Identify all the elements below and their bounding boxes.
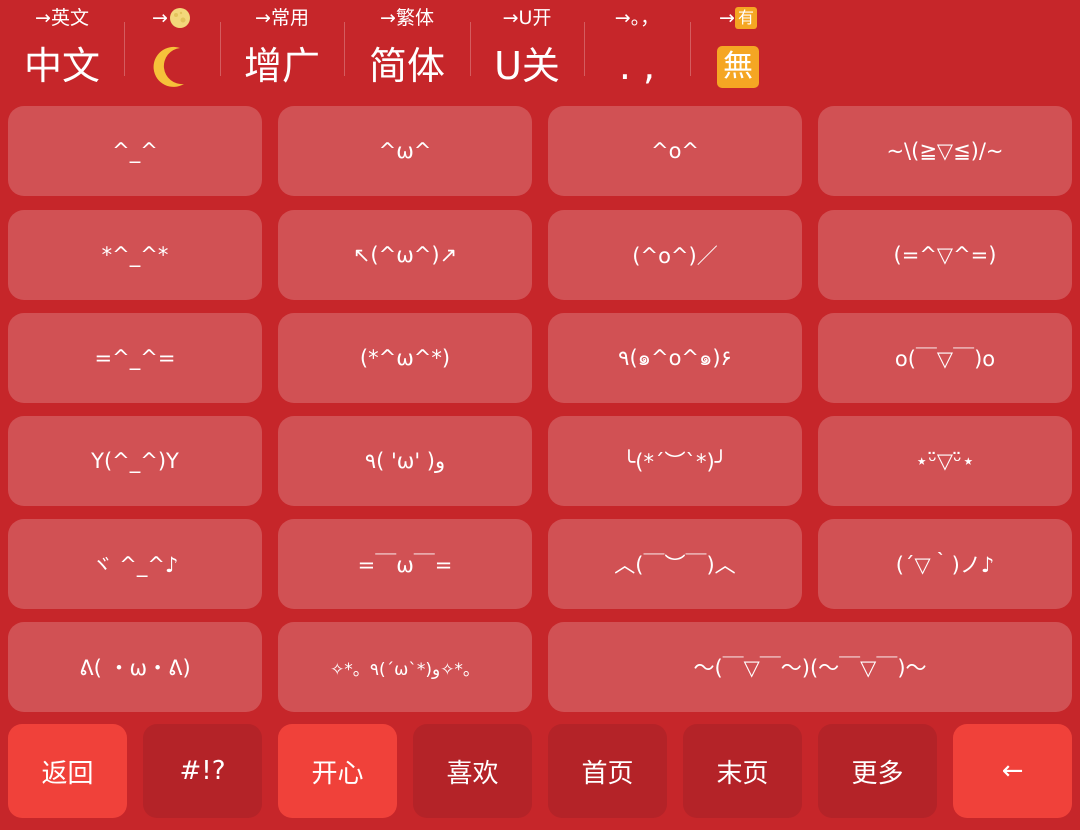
toggle-hint: →U开 [502,7,552,29]
back-button[interactable]: 返回 [8,724,127,818]
tab-like[interactable]: 喜欢 [413,724,532,818]
toggle-hint: →。， [614,7,660,29]
toggle-punctuation[interactable]: →。， . , [584,0,690,100]
kaomoji-key[interactable]: ^o^ [548,106,802,196]
input-method-toolbar: →英文 中文 → →常用 增广 →繁体 简体 →U开 U关 →。， . , → 有… [0,0,1080,100]
toggle-chinese-english[interactable]: →英文 中文 [0,0,124,100]
kaomoji-key[interactable]: (*^ω^*) [278,313,532,403]
toggle-label: 简体 [368,44,445,88]
toggle-label: 中文 [23,44,100,88]
none-badge-icon: 無 [717,46,759,88]
toggle-label: U关 [494,44,560,88]
kaomoji-key[interactable]: ٩( 'ω' )و [278,416,532,506]
kaomoji-key[interactable]: ~\(≧▽≦)/~ [818,106,1072,196]
toggle-u-mode[interactable]: →U开 U关 [470,0,584,100]
kaomoji-key[interactable]: =^_^= [8,313,262,403]
toggle-common-extended[interactable]: →常用 增广 [220,0,344,100]
kaomoji-key[interactable]: ╰(*´︶`*)╯ [548,416,802,506]
kaomoji-key[interactable]: ✧*。٩(ˊωˋ*)و✧*。 [278,622,532,712]
kaomoji-key[interactable]: Y(^_^)Y [8,416,262,506]
kaomoji-key[interactable]: ^ω^ [278,106,532,196]
full-moon-icon [168,6,192,30]
backspace-icon: ← [1001,756,1024,786]
emoji-mode-main: 無 [690,40,786,92]
kaomoji-key[interactable]: ᕕ( ・ω・ᕕ) [8,622,262,712]
tab-happy[interactable]: 开心 [278,724,397,818]
backspace-button[interactable]: ← [953,724,1072,818]
toggle-label: . , [618,44,656,88]
night-mode-hint: → [124,6,220,30]
kaomoji-key[interactable]: (^o^)／ [548,210,802,300]
toggle-label: 增广 [243,44,320,88]
kaomoji-key[interactable]: *^_^* [8,210,262,300]
night-mode-hint-arrow: → [152,7,168,29]
crescent-moon-icon [150,40,194,92]
kaomoji-key[interactable]: ︿(￣︶￣)︿ [548,519,802,609]
kaomoji-key[interactable]: ^_^ [8,106,262,196]
kaomoji-key[interactable]: o(￣▽￣)o [818,313,1072,403]
kaomoji-key[interactable]: ↖(^ω^)↗ [278,210,532,300]
kaomoji-key[interactable]: (=^▽^=) [818,210,1072,300]
tab-symbols[interactable]: #!? [143,724,262,818]
emoji-mode-hint-arrow: → [719,7,735,29]
kaomoji-key[interactable]: ヾ ^_^♪ [8,519,262,609]
toggle-emoji-mode[interactable]: → 有 無 [690,0,786,100]
toggle-simplified-traditional[interactable]: →繁体 简体 [344,0,470,100]
toggle-hint: →常用 [255,7,309,29]
toggle-hint: →繁体 [380,7,434,29]
kaomoji-key[interactable]: =￣ω￣= [278,519,532,609]
kaomoji-key[interactable]: (´▽｀)ノ♪ [818,519,1072,609]
kaomoji-key[interactable]: ⋆ᵕ̈▽ᵕ̈⋆ [818,416,1072,506]
toggle-night-mode[interactable]: → [124,0,220,100]
more-button[interactable]: 更多 [818,724,937,818]
last-page-button[interactable]: 末页 [683,724,802,818]
emoji-mode-hint: → 有 [690,6,786,30]
kaomoji-key-wide[interactable]: ～(￣▽￣～)(～￣▽￣)～ [548,622,1072,712]
toggle-hint: →英文 [35,7,89,29]
kaomoji-key[interactable]: ٩(๑^o^๑)۶ [548,313,802,403]
have-badge-icon: 有 [734,7,757,29]
first-page-button[interactable]: 首页 [548,724,667,818]
night-mode-main [124,40,220,92]
